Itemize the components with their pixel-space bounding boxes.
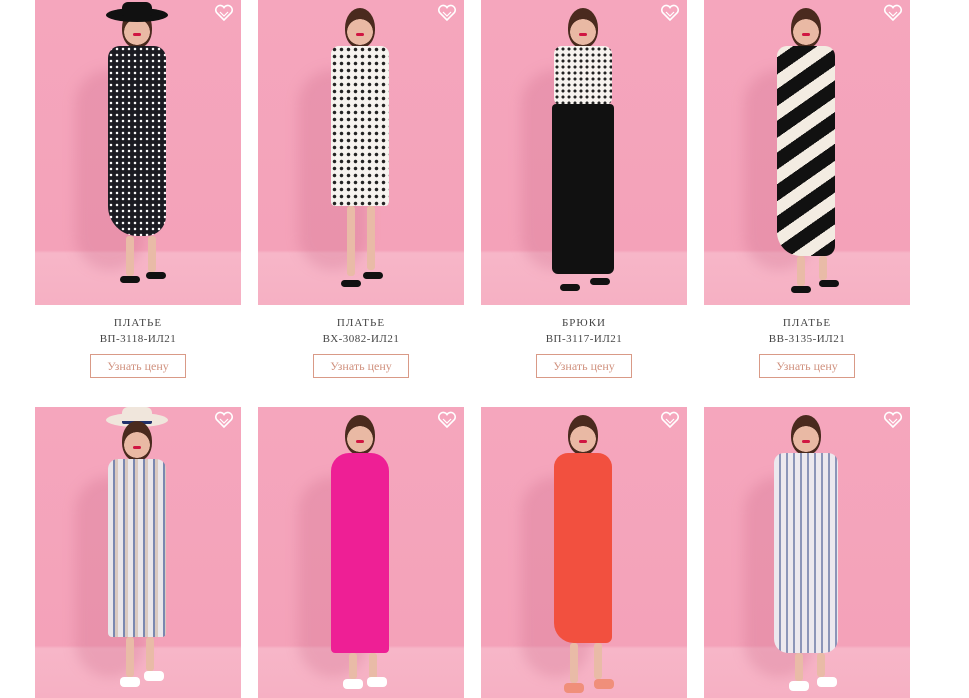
get-price-button[interactable]: Узнать цену [536,354,632,378]
product-card[interactable] [481,407,687,698]
product-photo[interactable] [258,407,464,698]
product-grid-row-1: ПЛАТЬЕ ВП-3118-ИЛ21 Узнать цену ПЛАТЬЕ В… [35,0,910,378]
favorite-heart-icon[interactable] [214,4,234,22]
model-figure [301,0,421,305]
favorite-heart-icon[interactable] [883,4,903,22]
product-name: ПЛАТЬЕ [336,317,386,329]
favorite-heart-icon[interactable] [437,411,457,429]
product-name: ПЛАТЬЕ [113,317,163,329]
product-photo[interactable] [35,0,241,305]
get-price-button[interactable]: Узнать цену [90,354,186,378]
model-figure [747,0,867,305]
product-photo[interactable] [481,0,687,305]
product-card[interactable] [258,407,464,698]
product-name: БРЮКИ [561,317,607,329]
favorite-heart-icon[interactable] [883,411,903,429]
product-photo[interactable] [481,407,687,698]
product-card[interactable]: ПЛАТЬЕ ВП-3118-ИЛ21 Узнать цену [35,0,241,378]
model-figure [301,407,421,698]
model-figure [524,407,644,698]
favorite-heart-icon[interactable] [660,4,680,22]
product-photo[interactable] [704,407,910,698]
model-figure [524,0,644,305]
model-figure [78,0,198,305]
product-card[interactable]: ПЛАТЬЕ ВВ-3135-ИЛ21 Узнать цену [704,0,910,378]
favorite-heart-icon[interactable] [660,411,680,429]
product-card[interactable]: БРЮКИ ВП-3117-ИЛ21 Узнать цену [481,0,687,378]
product-photo[interactable] [258,0,464,305]
model-figure [78,407,198,698]
product-name: ПЛАТЬЕ [782,317,832,329]
favorite-heart-icon[interactable] [437,4,457,22]
model-figure [747,407,867,698]
product-photo[interactable] [704,0,910,305]
product-photo[interactable] [35,407,241,698]
product-sku: ВП-3117-ИЛ21 [545,333,623,345]
product-sku: ВВ-3135-ИЛ21 [768,333,846,345]
product-sku: ВХ-3082-ИЛ21 [322,333,400,345]
product-card[interactable]: ПЛАТЬЕ ВХ-3082-ИЛ21 Узнать цену [258,0,464,378]
product-sku: ВП-3118-ИЛ21 [99,333,177,345]
favorite-heart-icon[interactable] [214,411,234,429]
product-grid-row-2 [35,407,910,698]
get-price-button[interactable]: Узнать цену [313,354,409,378]
get-price-button[interactable]: Узнать цену [759,354,855,378]
product-card[interactable] [704,407,910,698]
product-card[interactable] [35,407,241,698]
